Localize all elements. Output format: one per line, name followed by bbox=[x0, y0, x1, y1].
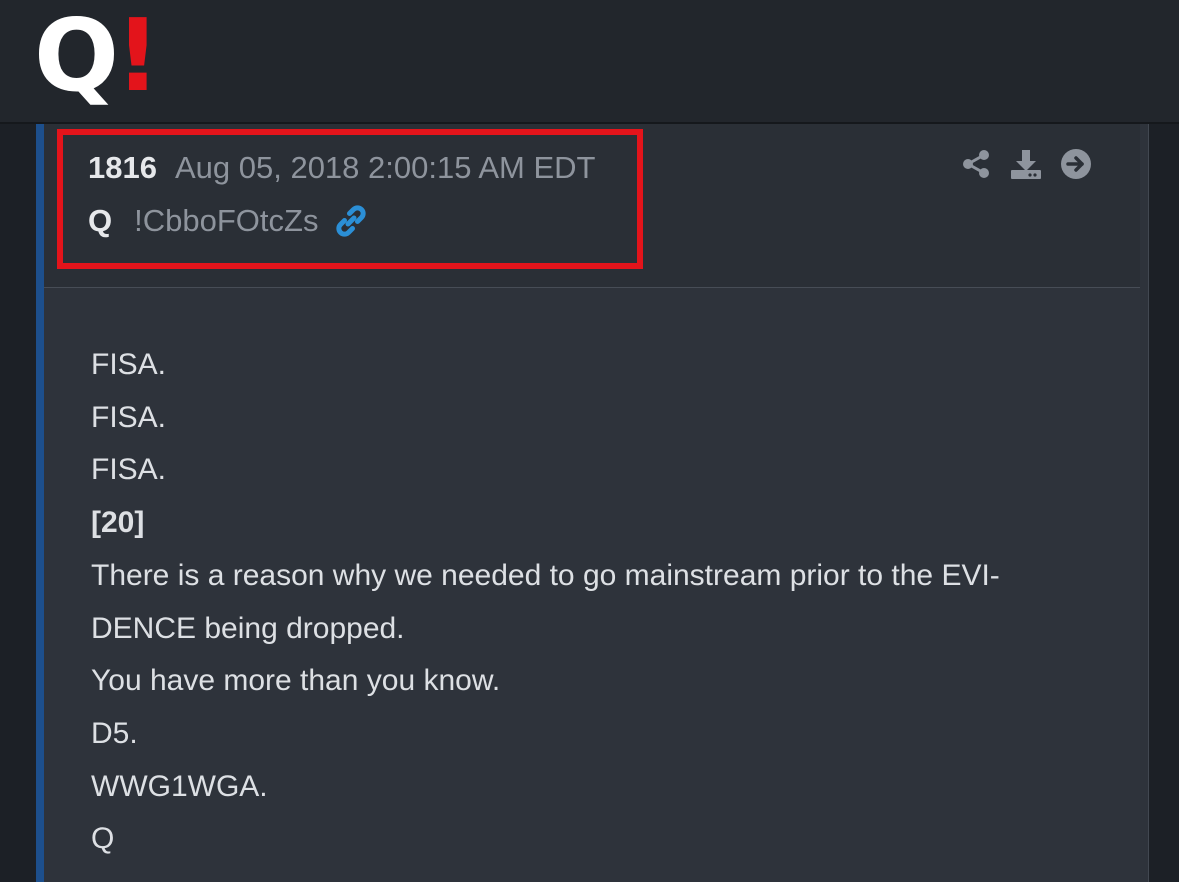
post-body-line: WWG1WGA. bbox=[91, 769, 268, 803]
post-body-line: FISA. bbox=[91, 348, 167, 381]
post-body-line: There is a reason why we needed to go ma… bbox=[91, 558, 1000, 592]
post-author-line: Q !CbboFOtcZs bbox=[88, 203, 368, 239]
site-logo[interactable]: Q ! bbox=[34, 6, 161, 106]
share-icon[interactable] bbox=[960, 148, 992, 180]
post-body-line: You have more than you know. bbox=[91, 664, 501, 698]
post-tripcode: !CbboFOtcZs bbox=[134, 203, 319, 238]
post-body-line: DENCE being dropped. bbox=[91, 611, 405, 645]
post-body-line: FISA. bbox=[91, 453, 167, 487]
logo-exclamation-mark: ! bbox=[115, 0, 161, 114]
post-body-line: [20] bbox=[91, 506, 145, 540]
post-body-line: D5. bbox=[91, 716, 138, 750]
post-body: FISA. FISA. FISA. [20] There is a reason why… bbox=[91, 339, 1091, 866]
post-header: 1816 Aug 05, 2018 2:00:15 AM EDT Q !Cbbo… bbox=[44, 124, 1140, 288]
top-bar: Q ! bbox=[0, 0, 1179, 124]
post-author: Q bbox=[88, 203, 113, 238]
post-card: 1816 Aug 05, 2018 2:00:15 AM EDT Q !Cbbo… bbox=[36, 124, 1149, 882]
logo-letter: Q bbox=[34, 0, 119, 114]
post-actions bbox=[960, 148, 1092, 180]
post-date: Aug 05, 2018 2:00:15 AM EDT bbox=[174, 150, 596, 185]
link-icon[interactable] bbox=[334, 204, 368, 238]
download-icon[interactable] bbox=[1010, 148, 1042, 180]
post-meta-line: 1816 Aug 05, 2018 2:00:15 AM EDT bbox=[88, 150, 595, 186]
post-body-line: Q bbox=[91, 822, 115, 856]
post-body-line: FISA. bbox=[91, 400, 167, 434]
arrow-right-circle-icon[interactable] bbox=[1060, 148, 1092, 180]
post-number: 1816 bbox=[88, 150, 157, 185]
